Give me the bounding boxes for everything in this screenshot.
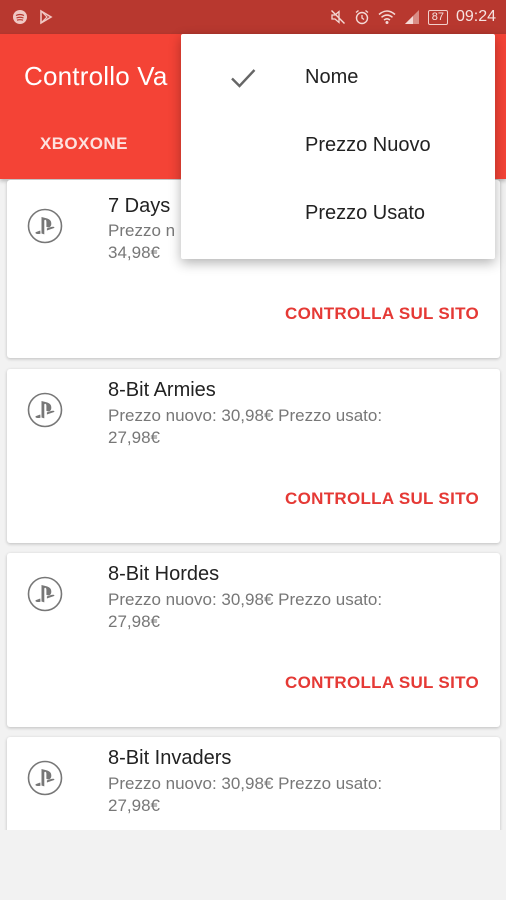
game-card: 8-Bit Armies Prezzo nuovo: 30,98€ Prezzo… <box>7 369 500 543</box>
game-title: 8-Bit Hordes <box>108 563 220 585</box>
game-title: 8-Bit Armies <box>108 379 216 401</box>
app-title: Controllo Va <box>24 61 168 91</box>
game-prices: Prezzo nuovo: 30,98€ Prezzo usato: 27,98… <box>108 589 438 633</box>
game-list: 7 Days Prezzo n 34,98€ CONTROLLA SUL SIT… <box>0 180 506 830</box>
sort-by-used-price-item[interactable]: Prezzo Usato <box>181 180 495 248</box>
playstation-icon <box>27 392 63 428</box>
playstation-icon <box>27 576 63 612</box>
check-site-button[interactable]: CONTROLLA SUL SITO <box>285 489 479 509</box>
sort-menu: Nome Prezzo Nuovo Prezzo Usato <box>181 34 495 259</box>
play-store-icon <box>40 9 53 25</box>
check-icon <box>231 69 256 88</box>
playstation-icon <box>27 760 63 796</box>
game-title: 7 Days <box>108 195 171 217</box>
game-card: 8-Bit Invaders Prezzo nuovo: 30,98€ Prez… <box>7 737 500 830</box>
tab-xboxone[interactable]: XBOXONE <box>40 130 128 179</box>
game-prices-line: 27,98€ <box>108 612 160 631</box>
status-bar: 87 09:24 <box>0 0 506 34</box>
alarm-icon <box>355 9 369 25</box>
battery-level: 87 <box>427 9 448 25</box>
bottom-area <box>0 830 506 900</box>
signal-icon <box>404 10 419 24</box>
mute-icon <box>330 10 345 24</box>
game-prices-line: 27,98€ <box>108 428 160 447</box>
status-indicators: 87 09:24 <box>330 8 496 26</box>
check-site-button[interactable]: CONTROLLA SUL SITO <box>285 304 479 324</box>
sort-by-name-item[interactable]: Nome <box>181 44 495 112</box>
playstation-icon <box>27 208 63 244</box>
game-title: 8-Bit Invaders <box>108 747 232 769</box>
status-notifications <box>12 9 54 25</box>
notification-app-icon <box>13 10 27 24</box>
menu-item-label: Prezzo Nuovo <box>305 134 431 156</box>
menu-item-label: Nome <box>305 66 359 88</box>
game-prices-line: 27,98€ <box>108 796 160 815</box>
game-prices-line: Prezzo nuovo: 30,98€ Prezzo usato: <box>108 590 383 609</box>
game-prices-line: Prezzo nuovo: 30,98€ Prezzo usato: <box>108 406 383 425</box>
game-prices: Prezzo nuovo: 30,98€ Prezzo usato: 27,98… <box>108 773 438 817</box>
game-card: 8-Bit Hordes Prezzo nuovo: 30,98€ Prezzo… <box>7 553 500 727</box>
clock: 09:24 <box>455 8 496 25</box>
menu-item-label: Prezzo Usato <box>305 202 426 224</box>
game-prices: Prezzo nuovo: 30,98€ Prezzo usato: 27,98… <box>108 405 438 449</box>
sort-by-new-price-item[interactable]: Prezzo Nuovo <box>181 112 495 180</box>
game-prices-line: Prezzo nuovo: 30,98€ Prezzo usato: <box>108 774 383 793</box>
check-site-button[interactable]: CONTROLLA SUL SITO <box>285 673 479 693</box>
wifi-icon <box>378 10 396 24</box>
